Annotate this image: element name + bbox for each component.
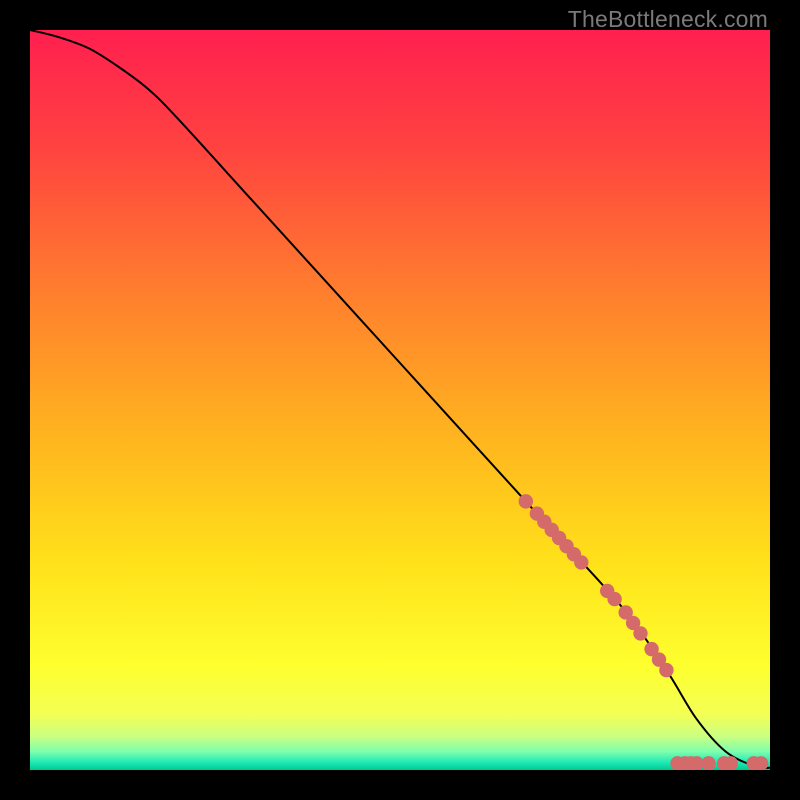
chart-overlay	[30, 30, 770, 770]
watermark-text: TheBottleneck.com	[568, 6, 768, 33]
data-dot	[574, 555, 588, 569]
data-dots	[519, 494, 769, 770]
data-dot	[659, 663, 673, 677]
chart-stage: TheBottleneck.com	[0, 0, 800, 800]
plot-area	[30, 30, 770, 770]
data-dot	[633, 626, 647, 640]
data-dot	[724, 756, 738, 770]
data-dot	[754, 756, 768, 770]
data-dot	[701, 756, 715, 770]
data-dot	[607, 592, 621, 606]
data-dot	[519, 494, 533, 508]
